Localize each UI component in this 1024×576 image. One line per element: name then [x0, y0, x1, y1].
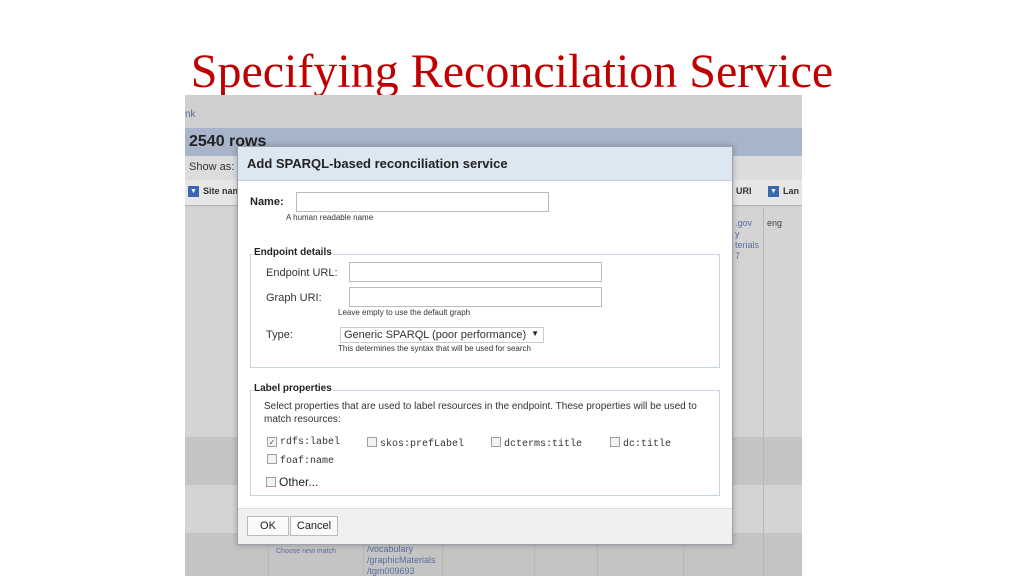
type-hint: This determines the syntax that will be … [338, 344, 531, 353]
column-header-uri[interactable]: URI [736, 186, 752, 196]
top-link[interactable]: nk [185, 109, 196, 120]
label-properties-fieldset: Label properties Select properties that … [250, 383, 720, 496]
endpoint-details-fieldset: Endpoint details Endpoint URL: Graph URI… [250, 247, 720, 368]
column-divider [763, 207, 764, 576]
ok-button[interactable]: OK [247, 516, 289, 536]
choose-new-match-link[interactable]: Choose new match [276, 546, 336, 557]
endpoint-url-input[interactable] [349, 262, 602, 282]
triangle-down-icon[interactable]: ▼ [768, 186, 779, 198]
checkbox-rdfs-label[interactable]: ✓ rdfs:label [267, 437, 340, 448]
dialog-footer: OK Cancel [238, 508, 732, 544]
label-properties-description: Select properties that are used to label… [264, 401, 697, 425]
sparql-service-dialog: Add SPARQL-based reconciliation service … [237, 146, 733, 545]
type-label: Type: [266, 329, 293, 341]
check-icon[interactable]: ✓ [267, 437, 277, 447]
cancel-button[interactable]: Cancel [290, 516, 338, 536]
name-input[interactable] [296, 192, 549, 212]
name-hint: A human readable name [286, 213, 374, 222]
checkbox-other[interactable]: Other... [266, 475, 318, 489]
endpoint-url-label: Endpoint URL: [266, 267, 338, 279]
name-label: Name: [250, 196, 284, 208]
type-selected-value: Generic SPARQL (poor performance) [344, 329, 527, 341]
checkbox-foaf-name[interactable]: foaf:name [267, 454, 334, 467]
caret-down-icon: ▼ [531, 329, 539, 338]
bottom-uri-cell[interactable]: /vocabulary /graphicMaterials /tgm009693 [367, 544, 436, 576]
uri-cell[interactable]: .gov y terials 7 [735, 218, 759, 262]
type-select[interactable]: Generic SPARQL (poor performance) ▼ [340, 327, 544, 343]
graph-uri-input[interactable] [349, 287, 602, 307]
lang-cell: eng [767, 218, 783, 228]
checkbox-dcterms-title[interactable]: dcterms:title [491, 437, 582, 450]
checkbox-skos-preflabel[interactable]: skos:prefLabel [367, 437, 464, 450]
label-properties-legend: Label properties [253, 383, 333, 394]
endpoint-details-legend: Endpoint details [253, 247, 333, 258]
graph-uri-hint: Leave empty to use the default graph [338, 308, 471, 317]
slide-title: Specifying Reconcilation Service [190, 45, 834, 98]
graph-uri-label: Graph URI: [266, 292, 322, 304]
checkbox-dc-title[interactable]: dc:title [610, 437, 671, 450]
column-header-lang[interactable]: ▼ Lan [768, 186, 799, 198]
show-as-label: Show as: [189, 161, 235, 173]
dialog-title: Add SPARQL-based reconciliation service [238, 147, 732, 181]
column-header-site-name[interactable]: ▼ Site nan [188, 186, 238, 198]
triangle-down-icon[interactable]: ▼ [188, 186, 199, 198]
